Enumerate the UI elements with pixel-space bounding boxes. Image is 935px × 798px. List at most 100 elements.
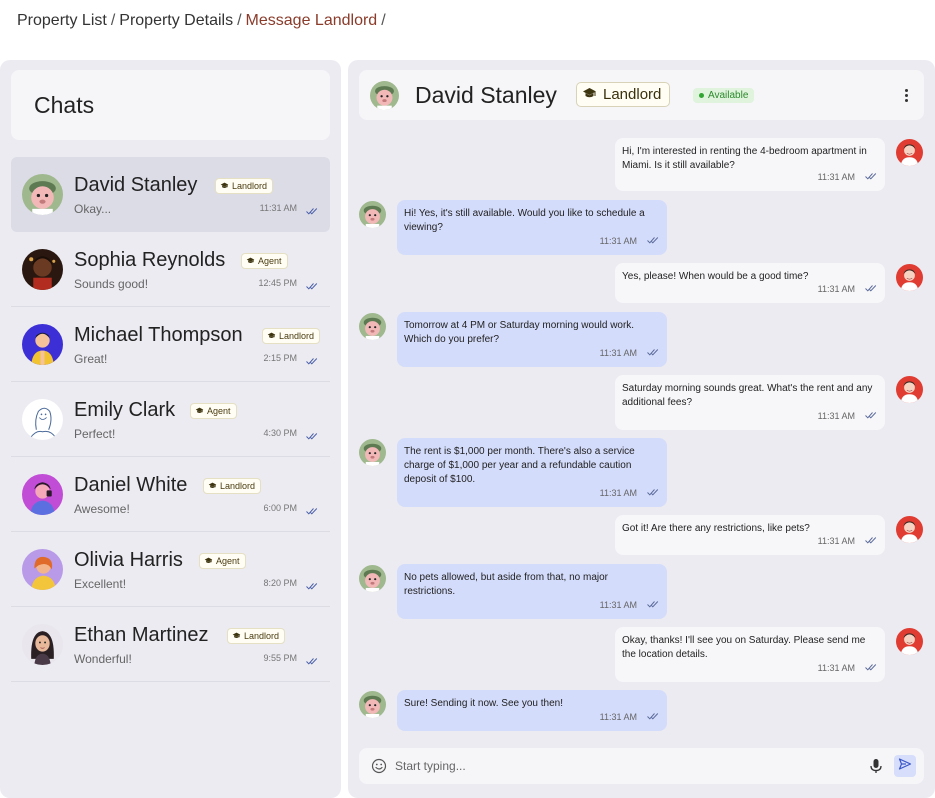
avatar: [359, 201, 386, 228]
avatar: [896, 628, 923, 655]
chat-list-item[interactable]: Olivia Harris Agent Excellent! 8:20 PM: [11, 532, 330, 607]
message-text: The rent is $1,000 per month. There's al…: [404, 446, 635, 485]
chat-list-item[interactable]: Emily Clark Agent Perfect! 4:30 PM: [11, 382, 330, 457]
avatar: [896, 516, 923, 543]
chat-last-message: Great!: [74, 352, 108, 366]
chat-list-item[interactable]: Ethan Martinez Landlord Wonderful! 9:55 PM: [11, 607, 330, 682]
conversation-header: David Stanley Landlord Available: [359, 70, 924, 120]
chat-timestamp: 8:20 PM: [263, 578, 297, 588]
role-badge: Landlord: [576, 82, 671, 107]
graduation-cap-icon: [267, 331, 276, 341]
status-dot: [699, 93, 704, 98]
chat-last-message: Excellent!: [74, 577, 127, 591]
chat-timestamp: 2:15 PM: [263, 353, 297, 363]
chat-last-message: Okay...: [74, 202, 112, 216]
message-text: No pets allowed, but aside from that, no…: [404, 572, 608, 597]
more-vertical-icon: [904, 88, 908, 92]
smiley-icon[interactable]: [371, 758, 387, 779]
microphone-icon[interactable]: [869, 758, 883, 779]
message-bubble[interactable]: Saturday morning sounds great. What's th…: [615, 375, 885, 430]
graduation-cap-icon: [220, 181, 229, 191]
message-bubble[interactable]: Sure! Sending it now. See you then! 11:31…: [397, 690, 667, 731]
avatar: [896, 264, 923, 291]
chat-list-item[interactable]: Daniel White Landlord Awesome! 6:00 PM: [11, 457, 330, 532]
message-meta: 11:31 AM: [600, 710, 659, 724]
more-options-button[interactable]: [897, 85, 915, 105]
double-check-icon: [865, 170, 877, 184]
chat-list-item[interactable]: Sophia Reynolds Agent Sounds good! 12:45 PM: [11, 232, 330, 307]
role-badge-label: Landlord: [232, 181, 268, 191]
role-badge-label: Agent: [258, 256, 282, 266]
breadcrumb-message-landlord: Message Landlord: [245, 12, 378, 29]
conversation-panel: David Stanley Landlord Available Hi, I'm…: [348, 60, 935, 798]
chat-contact-name: Michael Thompson: [74, 324, 243, 346]
send-button[interactable]: [894, 755, 916, 777]
double-check-icon: [306, 202, 318, 220]
double-check-icon: [306, 352, 318, 370]
breadcrumb: Property List / Property Details / Message L…: [17, 12, 390, 30]
avatar: [359, 565, 386, 592]
role-badge-label: Landlord: [279, 331, 315, 341]
avatar: [22, 549, 63, 590]
message-bubble[interactable]: Yes, please! When would be a good time? 1…: [615, 263, 885, 303]
message-text: Saturday morning sounds great. What's th…: [622, 383, 873, 408]
chat-list: David Stanley Landlord Okay... 11:31 AM Soph…: [11, 157, 330, 682]
message-meta: 11:31 AM: [818, 409, 877, 423]
message-meta: 11:31 AM: [818, 534, 877, 548]
graduation-cap-icon: [582, 86, 597, 103]
message-timestamp: 11:31 AM: [599, 348, 637, 358]
message-timestamp: 11:31 AM: [599, 488, 637, 498]
message-bubble[interactable]: The rent is $1,000 per month. There's al…: [397, 438, 667, 507]
message-timestamp: 11:31 AM: [817, 284, 855, 294]
double-check-icon: [306, 652, 318, 670]
role-badge: Landlord: [215, 178, 274, 194]
chats-title: Chats: [34, 92, 95, 118]
message-bubble[interactable]: Okay, thanks! I'll see you on Saturday. …: [615, 627, 885, 682]
message-bubble[interactable]: Hi, I'm interested in renting the 4-bedr…: [615, 138, 885, 191]
status-badge: Available: [693, 88, 755, 103]
message-bubble[interactable]: Tomorrow at 4 PM or Saturday morning wou…: [397, 312, 667, 367]
message-text: Hi, I'm interested in renting the 4-bedr…: [622, 146, 867, 171]
breadcrumb-separator: /: [381, 12, 386, 29]
message-bubble[interactable]: No pets allowed, but aside from that, no…: [397, 564, 667, 619]
chat-timestamp: 4:30 PM: [263, 428, 297, 438]
role-badge-label: Agent: [207, 406, 231, 416]
message-bubble[interactable]: Got it! Are there any restrictions, like…: [615, 515, 885, 555]
avatar[interactable]: [370, 81, 399, 110]
chat-list-item[interactable]: David Stanley Landlord Okay... 11:31 AM: [11, 157, 330, 232]
chat-last-message: Sounds good!: [74, 277, 149, 291]
avatar: [359, 439, 386, 466]
avatar: [22, 174, 63, 215]
message-meta: 11:31 AM: [818, 661, 877, 675]
double-check-icon: [647, 598, 659, 612]
send-icon: [898, 757, 912, 776]
graduation-cap-icon: [246, 256, 255, 266]
message-timestamp: 11:31 AM: [599, 236, 637, 246]
chat-contact-name: Emily Clark: [74, 399, 176, 421]
double-check-icon: [647, 234, 659, 248]
message-text: Tomorrow at 4 PM or Saturday morning wou…: [404, 320, 635, 345]
message-bubble[interactable]: Hi! Yes, it's still available. Would you…: [397, 200, 667, 255]
message-text: Okay, thanks! I'll see you on Saturday. …: [622, 635, 866, 660]
breadcrumb-separator: /: [110, 12, 116, 29]
breadcrumb-property-list[interactable]: Property List: [17, 12, 107, 29]
message-input[interactable]: [395, 754, 855, 778]
avatar: [22, 324, 63, 365]
role-badge: Agent: [241, 253, 288, 269]
chat-list-item[interactable]: Michael Thompson Landlord Great! 2:15 PM: [11, 307, 330, 382]
chat-contact-name: Olivia Harris: [74, 549, 183, 571]
double-check-icon: [865, 409, 877, 423]
double-check-icon: [865, 661, 877, 675]
message-timestamp: 11:31 AM: [599, 712, 637, 722]
double-check-icon: [647, 710, 659, 724]
more-vertical-icon-dot: [904, 98, 908, 102]
double-check-icon: [306, 427, 318, 445]
role-badge: Agent: [190, 403, 237, 419]
avatar: [22, 624, 63, 665]
message-meta: 11:31 AM: [818, 170, 877, 184]
contact-name: David Stanley: [415, 82, 557, 108]
chat-last-message: Wonderful!: [74, 652, 132, 666]
avatar: [22, 399, 63, 440]
avatar: [359, 313, 386, 340]
breadcrumb-property-details[interactable]: Property Details: [119, 12, 233, 29]
